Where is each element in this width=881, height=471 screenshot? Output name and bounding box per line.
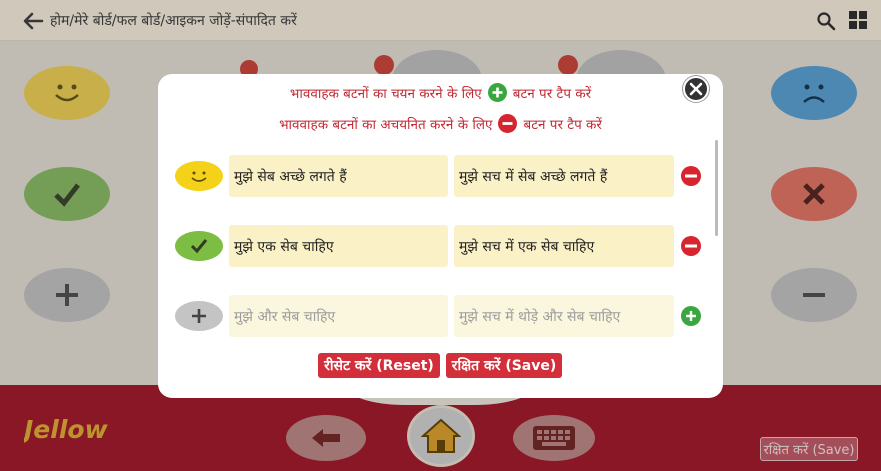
dialog-scrollbar[interactable] — [715, 140, 718, 236]
plus-icon — [192, 309, 206, 323]
add-icon — [686, 311, 696, 321]
row-1-long-text[interactable]: मुझे सच में सेब अच्छे लगते हैं — [454, 155, 674, 197]
select-hint-text-end: बटन पर टैप करें — [512, 86, 592, 102]
row-2-long-text[interactable]: मुझे सच में एक सेब चाहिए — [454, 225, 674, 267]
remove-icon — [685, 174, 697, 178]
row-3-short-text[interactable]: मुझे और सेब चाहिए — [229, 295, 448, 337]
remove-icon — [498, 114, 518, 133]
check-icon — [190, 239, 208, 254]
deselect-hint-text-end: बटन पर टैप करें — [523, 117, 602, 133]
remove-icon — [685, 244, 697, 248]
deselect-hint: भाववाहक बटनों का अचयनित करने के लिए बटन प… — [158, 114, 723, 133]
smile-icon — [191, 171, 207, 182]
add-icon — [487, 83, 507, 102]
select-hint: भाववाहक बटनों का चयन करने के लिए बटन पर ट… — [158, 83, 723, 102]
row-1-icon — [175, 161, 223, 191]
row-2-icon — [175, 231, 223, 261]
row-1-short-text[interactable]: मुझे सेब अच्छे लगते हैं — [229, 155, 448, 197]
row-3-long-text[interactable]: मुझे सच में थोड़े और सेब चाहिए — [454, 295, 674, 337]
row-1-remove-button[interactable] — [681, 166, 701, 186]
row-3-add-button[interactable] — [681, 306, 701, 326]
select-hint-text-start: भाववाहक बटनों का चयन करने के लिए — [289, 86, 482, 102]
save-button[interactable]: रक्षित करें (Save) — [446, 353, 562, 378]
row-2-remove-button[interactable] — [681, 236, 701, 256]
row-3-icon — [175, 301, 223, 331]
row-2-short-text[interactable]: मुझे एक सेब चाहिए — [229, 225, 448, 267]
reset-button[interactable]: रीसेट करें (Reset) — [318, 353, 440, 378]
deselect-hint-text-start: भाववाहक बटनों का अचयनित करने के लिए — [279, 117, 493, 133]
